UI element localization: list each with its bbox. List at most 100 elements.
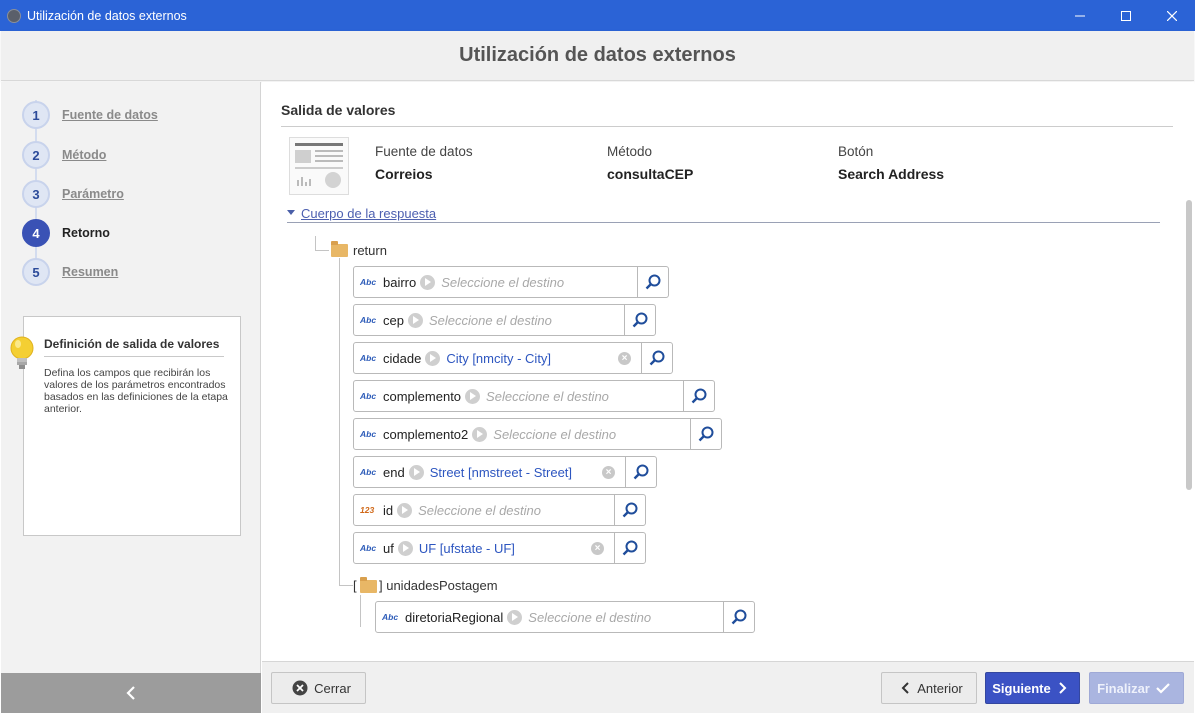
search-icon <box>731 609 747 625</box>
arrow-right-icon <box>397 502 413 518</box>
clear-icon[interactable]: × <box>618 351 631 365</box>
destination-field[interactable]: Seleccione el destino <box>429 313 624 328</box>
wizard-footer: Cerrar Anterior Siguiente Finalizar <box>262 661 1194 713</box>
search-destination-button[interactable] <box>683 381 714 411</box>
back-button[interactable]: Anterior <box>881 672 977 704</box>
help-text: Defina los campos que recibirán los valo… <box>44 367 228 415</box>
window-titlebar: Utilización de datos externos <box>0 0 1195 31</box>
step-metodo[interactable]: 2 Método <box>22 141 106 169</box>
search-destination-button[interactable] <box>641 343 672 373</box>
step-resumen[interactable]: 5 Resumen <box>22 258 118 286</box>
search-destination-button[interactable] <box>690 419 721 449</box>
step-fuente-de-datos[interactable]: 1 Fuente de datos <box>22 101 158 129</box>
finish-button-label: Finalizar <box>1097 680 1150 696</box>
field-row-id: 123 id Seleccione el destino <box>353 494 646 526</box>
search-destination-button[interactable] <box>614 533 645 563</box>
destination-field[interactable]: City [nmcity - City] <box>446 351 618 366</box>
search-destination-button[interactable] <box>723 602 754 632</box>
field-row-end: Abc end Street [nmstreet - Street] × <box>353 456 657 488</box>
text-type-icon: Abc <box>360 429 377 439</box>
tree-line <box>360 595 361 627</box>
step-label[interactable]: Parámetro <box>62 187 124 201</box>
maximize-button[interactable] <box>1103 0 1149 31</box>
section-divider <box>281 126 1173 127</box>
search-destination-button[interactable] <box>614 495 645 525</box>
search-icon <box>649 350 665 366</box>
response-body-label[interactable]: Cuerpo de la respuesta <box>301 206 436 221</box>
step-number: 5 <box>22 258 50 286</box>
step-label[interactable]: Fuente de datos <box>62 108 158 122</box>
field-name: id <box>383 502 394 518</box>
next-button-label: Siguiente <box>992 680 1051 696</box>
tree-node-return[interactable]: return <box>353 243 387 258</box>
search-icon <box>622 502 638 518</box>
tree-node-unidadespostagem[interactable]: ] unidadesPostagem <box>379 578 498 593</box>
tree-line <box>315 250 329 251</box>
field-row-complemento: Abc complemento Seleccione el destino <box>353 380 715 412</box>
finish-button[interactable]: Finalizar <box>1089 672 1184 704</box>
field-row-uf: Abc uf UF [ufstate - UF] × <box>353 532 646 564</box>
field-name: end <box>383 464 405 480</box>
destination-field[interactable]: Seleccione el destino <box>528 610 723 625</box>
destination-field[interactable]: Seleccione el destino <box>418 503 614 518</box>
minimize-icon <box>1075 15 1085 16</box>
meta-label: Método <box>607 144 653 159</box>
chevron-left-icon <box>126 686 135 700</box>
field-row-complemento2: Abc complemento2 Seleccione el destino <box>353 418 722 450</box>
step-parametro[interactable]: 3 Parámetro <box>22 180 124 208</box>
step-label: Retorno <box>62 226 110 240</box>
field-name: diretoriaRegional <box>405 609 504 625</box>
field-row-cep: Abc cep Seleccione el destino <box>353 304 656 336</box>
meta-metodo: Método consultaCEP <box>607 144 693 182</box>
page-title: Utilización de datos externos <box>459 44 736 66</box>
maximize-icon <box>1121 10 1131 21</box>
step-number: 3 <box>22 180 50 208</box>
step-number: 1 <box>22 101 50 129</box>
next-button[interactable]: Siguiente <box>985 672 1080 704</box>
search-icon <box>622 540 638 556</box>
array-open-bracket: [ <box>353 578 357 593</box>
destination-field[interactable]: Seleccione el destino <box>493 427 690 442</box>
meta-value: consultaCEP <box>607 166 694 182</box>
field-row-cidade: Abc cidade City [nmcity - City] × <box>353 342 673 374</box>
response-body-toggle[interactable]: Cuerpo de la respuesta <box>287 206 1160 223</box>
destination-field[interactable]: UF [ufstate - UF] <box>419 541 591 556</box>
field-name: bairro <box>383 274 417 290</box>
destination-field[interactable]: Seleccione el destino <box>441 275 637 290</box>
number-type-icon: 123 <box>360 505 375 515</box>
step-retorno[interactable]: 4 Retorno <box>22 219 110 247</box>
clear-icon[interactable]: × <box>591 541 604 555</box>
step-number: 2 <box>22 141 50 169</box>
field-row-diretoriaregional: Abc diretoriaRegional Seleccione el dest… <box>375 601 755 633</box>
field-name: cidade <box>383 350 422 366</box>
text-type-icon: Abc <box>360 315 377 325</box>
step-label[interactable]: Resumen <box>62 265 118 279</box>
close-icon <box>1167 10 1177 21</box>
search-icon <box>645 274 661 290</box>
destination-field[interactable]: Seleccione el destino <box>486 389 683 404</box>
search-destination-button[interactable] <box>625 457 656 487</box>
clear-icon[interactable]: × <box>602 465 615 479</box>
minimize-button[interactable] <box>1057 0 1103 31</box>
close-button[interactable]: Cerrar <box>271 672 366 704</box>
arrow-right-icon <box>507 609 523 625</box>
checkmark-icon <box>1156 682 1170 694</box>
field-name: complemento2 <box>383 426 469 442</box>
arrow-right-icon <box>465 388 481 404</box>
close-button-label: Cerrar <box>314 680 351 696</box>
arrow-right-icon <box>408 464 424 480</box>
collapse-sidebar-button[interactable] <box>1 673 261 713</box>
meta-fuente: Fuente de datos Correios <box>375 144 473 182</box>
text-type-icon: Abc <box>360 353 377 363</box>
search-destination-button[interactable] <box>637 267 668 297</box>
search-destination-button[interactable] <box>624 305 655 335</box>
wizard-sidebar: 1 Fuente de datos 2 Método 3 Parámetro 4… <box>1 82 261 673</box>
step-label[interactable]: Método <box>62 148 106 162</box>
meta-label: Fuente de datos <box>375 144 473 159</box>
search-icon <box>632 312 648 328</box>
destination-field[interactable]: Street [nmstreet - Street] <box>430 465 602 480</box>
close-window-button[interactable] <box>1149 0 1195 31</box>
meta-label: Botón <box>838 144 874 159</box>
vertical-scrollbar[interactable] <box>1186 200 1192 490</box>
window-title: Utilización de datos externos <box>27 8 187 23</box>
